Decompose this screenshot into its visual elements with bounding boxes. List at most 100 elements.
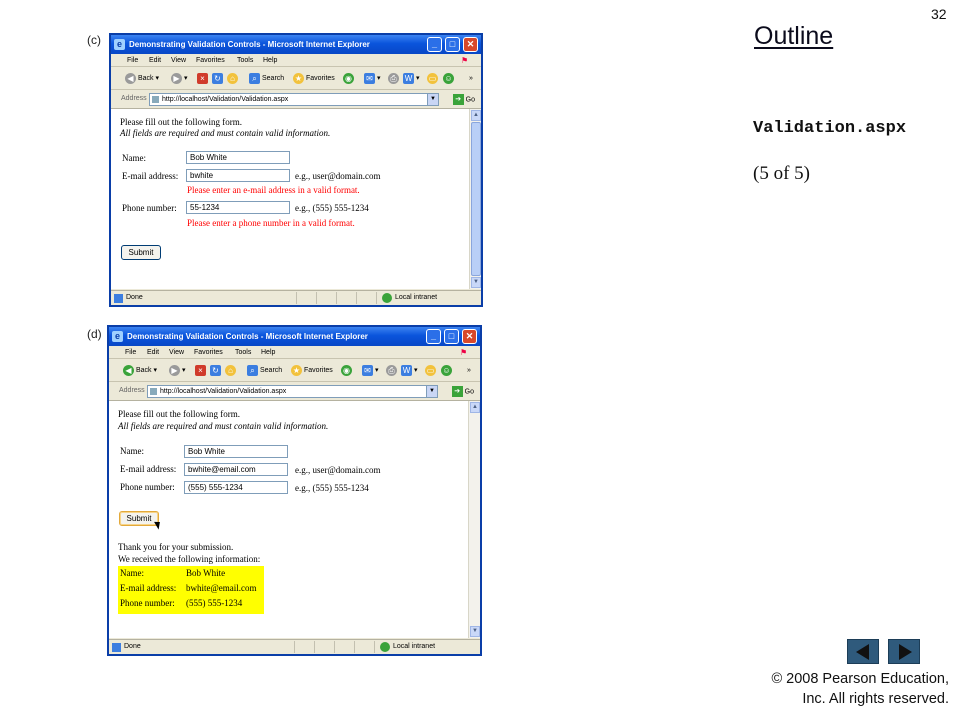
next-slide-button[interactable] [888,639,920,664]
close-button[interactable]: ✕ [463,37,478,52]
copyright-line-1: © 2008 Pearson Education, [771,671,949,687]
print-button[interactable]: ⎙ [388,72,401,85]
page-icon [150,388,157,395]
vertical-scrollbar[interactable]: ▲ ▼ [468,401,480,638]
email-label: E-mail address: [122,171,179,181]
back-button[interactable]: ◀ Back ▾ [123,364,157,377]
address-url: http://localhost/Validation/Validation.a… [160,388,287,395]
submit-button[interactable]: Submit [119,511,159,526]
email-input[interactable]: bwhite [186,169,290,182]
stop-icon: × [195,364,206,376]
menu-edit[interactable]: Edit [147,349,159,356]
menu-edit[interactable]: Edit [149,57,161,64]
toolbar-overflow-button[interactable]: » [467,364,471,377]
address-dropdown-icon[interactable]: ▼ [426,386,437,397]
menu-help[interactable]: Help [261,349,275,356]
status-divider [374,641,375,653]
menu-tools[interactable]: Tools [237,57,253,64]
status-divider [314,641,315,653]
result-summary: Name: Bob White E-mail address: bwhite@ema… [118,566,264,614]
phone-input[interactable]: 55-1234 [186,201,290,214]
search-button[interactable]: ⌕ Search [249,72,284,85]
menu-favorites[interactable]: Favorites [196,57,225,64]
address-input[interactable]: http://localhost/Validation/Validation.a… [147,385,438,398]
toolbar: ◀ Back ▾ ▶ ▾ × ↻ ⌂ ⌕ Search ★ Favorites ◉ ✉ ▾… [109,359,480,382]
go-arrow-icon: ➔ [451,386,463,397]
back-button[interactable]: ◀ Back ▾ [125,72,159,85]
media-button[interactable]: ◉ [343,72,356,85]
media-button[interactable]: ◉ [341,364,354,377]
menu-file[interactable]: File [127,57,138,64]
scroll-up-icon[interactable]: ▲ [470,402,480,413]
minimize-button[interactable]: _ [427,37,442,52]
menu-tools[interactable]: Tools [235,349,251,356]
home-icon: ⌂ [225,364,236,376]
favorites-button[interactable]: ★ Favorites [291,364,333,377]
mail-button[interactable]: ✉ ▾ [362,364,379,377]
go-button[interactable]: ➔ Go [451,386,474,397]
menu-favorites[interactable]: Favorites [194,349,223,356]
messenger-button[interactable]: ☺ [443,72,456,85]
scroll-down-icon[interactable]: ▼ [471,277,481,288]
discuss-button[interactable]: ▭ [427,72,440,85]
phone-input[interactable]: (555) 555-1234 [184,481,288,494]
favorites-label: Favorites [306,75,335,82]
go-label: Go [464,388,474,396]
name-input[interactable]: Bob White [184,445,288,458]
result-key: Name: [120,568,144,578]
home-button[interactable]: ⌂ [227,72,240,85]
forward-button[interactable]: ▶ ▾ [169,364,186,377]
maximize-button[interactable]: □ [445,37,460,52]
toolbar-overflow-button[interactable]: » [469,72,473,85]
mail-button[interactable]: ✉ ▾ [364,72,381,85]
menu-help[interactable]: Help [263,57,277,64]
title-bar: e Demonstrating Validation Controls - Mi… [109,327,480,346]
search-button[interactable]: ⌕ Search [247,364,282,377]
home-button[interactable]: ⌂ [225,364,238,377]
result-value: (555) 555-1234 [186,598,243,608]
folder-icon: ▭ [427,72,438,84]
maximize-button[interactable]: □ [444,329,459,344]
forward-button[interactable]: ▶ ▾ [171,72,188,85]
status-divider [354,641,355,653]
messenger-button[interactable]: ☺ [441,364,454,377]
address-dropdown-icon[interactable]: ▼ [427,94,438,105]
copyright: © 2008 Pearson Education, Inc. All right… [739,669,949,709]
go-button[interactable]: ➔ Go [452,94,475,105]
scroll-up-icon[interactable]: ▲ [471,110,481,121]
window-title: Demonstrating Validation Controls - Micr… [127,332,368,341]
email-example: e.g., user@domain.com [295,465,381,475]
form-intro: Please fill out the following form. [120,117,242,127]
email-example: e.g., user@domain.com [295,171,381,181]
refresh-button[interactable]: ↻ [210,364,223,377]
scroll-thumb[interactable] [471,122,481,276]
close-button[interactable]: ✕ [462,329,477,344]
minimize-button[interactable]: _ [426,329,441,344]
print-button[interactable]: ⎙ [386,364,399,377]
address-input[interactable]: http://localhost/Validation/Validation.a… [149,93,439,106]
email-input[interactable]: bwhite@email.com [184,463,288,476]
menu-view[interactable]: View [169,349,184,356]
previous-slide-button[interactable] [847,639,879,664]
stop-button[interactable]: × [195,364,208,377]
discuss-button[interactable]: ▭ [425,364,438,377]
scroll-down-icon[interactable]: ▼ [470,626,480,637]
outline-link[interactable]: Outline [754,22,833,51]
edit-button[interactable]: W ▾ [401,364,418,377]
stop-button[interactable]: × [197,72,210,85]
submit-button[interactable]: Submit [121,245,161,260]
form-intro: Please fill out the following form. [118,409,240,419]
menu-file[interactable]: File [125,349,136,356]
browser-window-c: e Demonstrating Validation Controls - Mi… [109,33,483,307]
favorites-button[interactable]: ★ Favorites [293,72,335,85]
name-input[interactable]: Bob White [186,151,290,164]
folder-icon: ▭ [425,364,436,376]
edit-button[interactable]: W ▾ [403,72,420,85]
screenshot-panel: (c) e Demonstrating Validation Controls … [0,0,740,672]
favorites-label: Favorites [304,367,333,374]
refresh-button[interactable]: ↻ [212,72,225,85]
vertical-scrollbar[interactable]: ▲ ▼ [469,109,481,289]
home-icon: ⌂ [227,72,238,84]
toolbar: ◀ Back ▾ ▶ ▾ × ↻ ⌂ ⌕ Search ★ Favorites ◉ ✉ ▾… [111,67,481,90]
menu-view[interactable]: View [171,57,186,64]
